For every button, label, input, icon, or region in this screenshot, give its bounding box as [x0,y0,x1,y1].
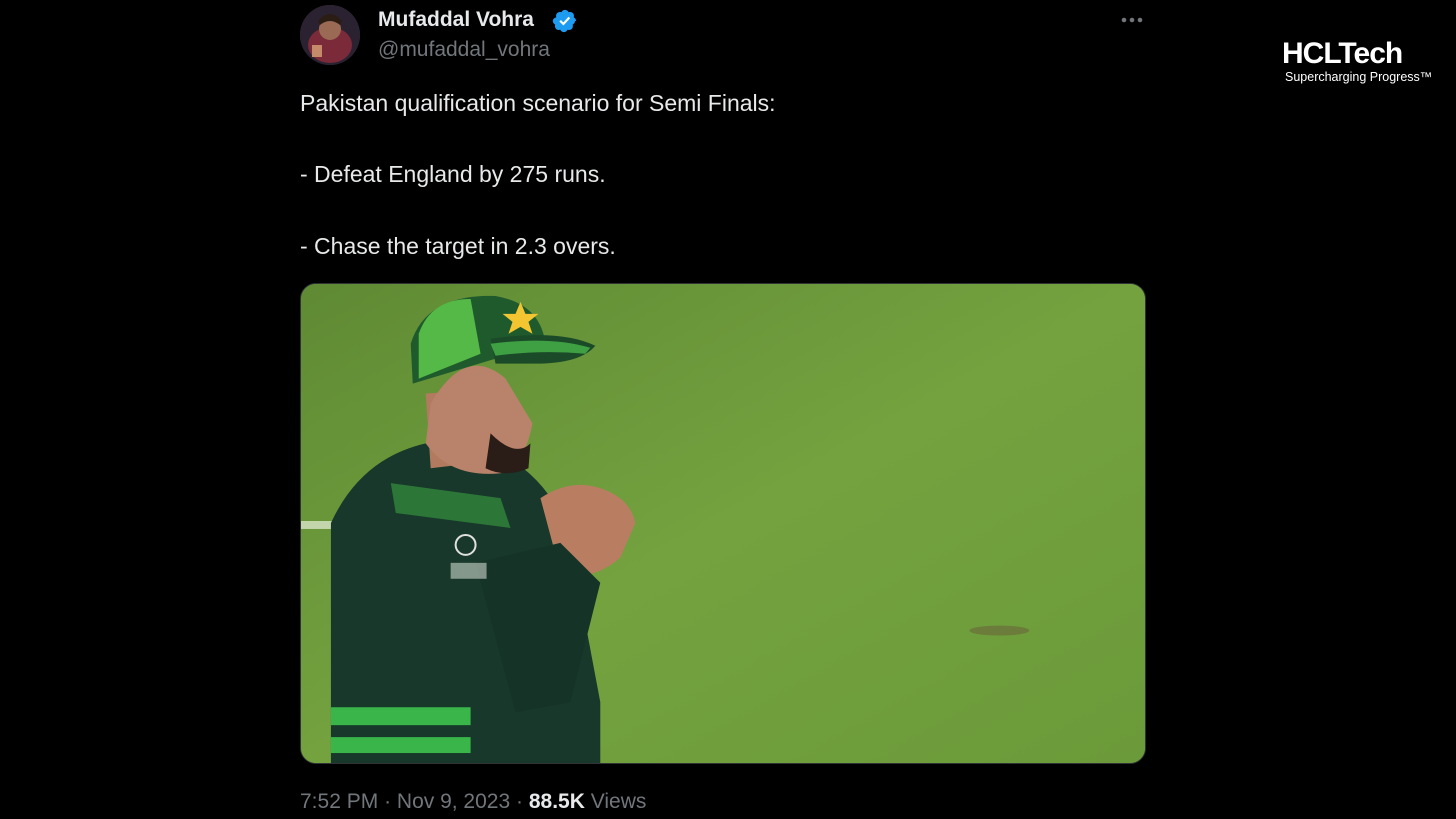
tweet-date[interactable]: Nov 9, 2023 [397,790,510,813]
tweet-text-line: Pakistan qualification scenario for Semi… [300,90,776,116]
watermark-tagline: Supercharging Progress™ [1285,70,1433,84]
meta-separator: · [516,790,523,813]
views-label: Views [590,790,647,813]
tweet-metadata: 7:52 PM · Nov 9, 2023 · 88.5K Views [300,790,646,814]
tweet-media-image[interactable] [300,283,1146,764]
cricket-player-photo-icon [301,284,1145,763]
author-handle[interactable]: @mufaddal_vohra [378,38,550,62]
broadcast-watermark: HCLTech Supercharging Progress™ [1282,37,1433,85]
views-count[interactable]: 88.5K [529,790,585,813]
avatar-photo-icon [300,5,360,65]
author-avatar[interactable] [300,5,360,65]
watermark-logo: HCLTech [1282,37,1403,70]
tweet-time[interactable]: 7:52 PM [300,790,378,813]
author-display-name[interactable]: Mufaddal Vohra [378,8,534,32]
tweet-text-line: - Defeat England by 275 runs. [300,161,606,187]
meta-separator: · [384,790,392,813]
more-options-button[interactable] [1117,8,1147,32]
more-horizontal-icon [1121,17,1143,23]
tweet-screen: Mufaddal Vohra @mufaddal_vohra Pakistan … [0,0,1456,819]
tweet-text-line: - Chase the target in 2.3 overs. [300,233,616,259]
verified-badge-icon [552,9,577,33]
